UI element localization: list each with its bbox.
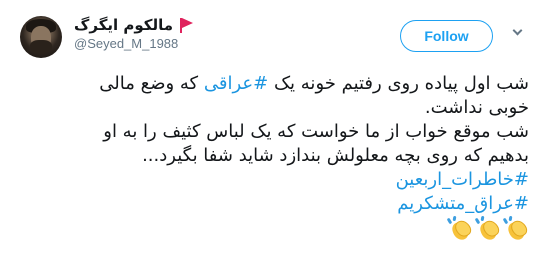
clapping-hands-icon [502, 215, 530, 243]
hashtag-link[interactable]: #عراق_متشکریم [397, 193, 529, 214]
chevron-down-icon[interactable] [509, 24, 525, 40]
user-name-row[interactable]: مالکوم ایگرگ [74, 15, 194, 35]
tweet-line-4: بدهیم که روی بچه معلولش بندازد شاید شفا … [142, 145, 529, 166]
display-name[interactable]: مالکوم ایگرگ [74, 16, 173, 34]
hashtag-link[interactable]: #عراقی [204, 73, 268, 94]
follow-button[interactable]: Follow [400, 20, 493, 52]
tweet-line-6: #عراق_متشکریم [18, 192, 529, 216]
emoji-row [18, 215, 530, 246]
hashtag-link[interactable]: #خاطرات_اربعین [396, 169, 529, 190]
avatar-beard [30, 40, 52, 54]
tweet-card: مالکوم ایگرگ @Seyed_M_1988 Follow شب اول… [0, 0, 552, 274]
tweet-line-5: #خاطرات_اربعین [18, 168, 529, 192]
avatar[interactable] [20, 16, 62, 58]
clapping-hands-icon [446, 215, 474, 243]
tweet-line-2: خوبی نداشت. [424, 97, 529, 118]
tweet-line-3: شب موقع خواب از ما خواست که یک لباس کثیف… [103, 121, 529, 142]
clapping-hands-icon [474, 215, 502, 243]
flag-icon [179, 17, 194, 33]
user-handle[interactable]: @Seyed_M_1988 [74, 36, 178, 51]
tweet-line-1: شب اول پیاده روی رفتیم خونه یک #عراقی که… [18, 72, 529, 96]
tweet-text-segment: که وضع مالی [99, 73, 204, 94]
tweet-text: شب اول پیاده روی رفتیم خونه یک #عراقی که… [18, 72, 530, 246]
tweet-text-segment: شب اول پیاده روی رفتیم خونه یک [268, 73, 529, 94]
